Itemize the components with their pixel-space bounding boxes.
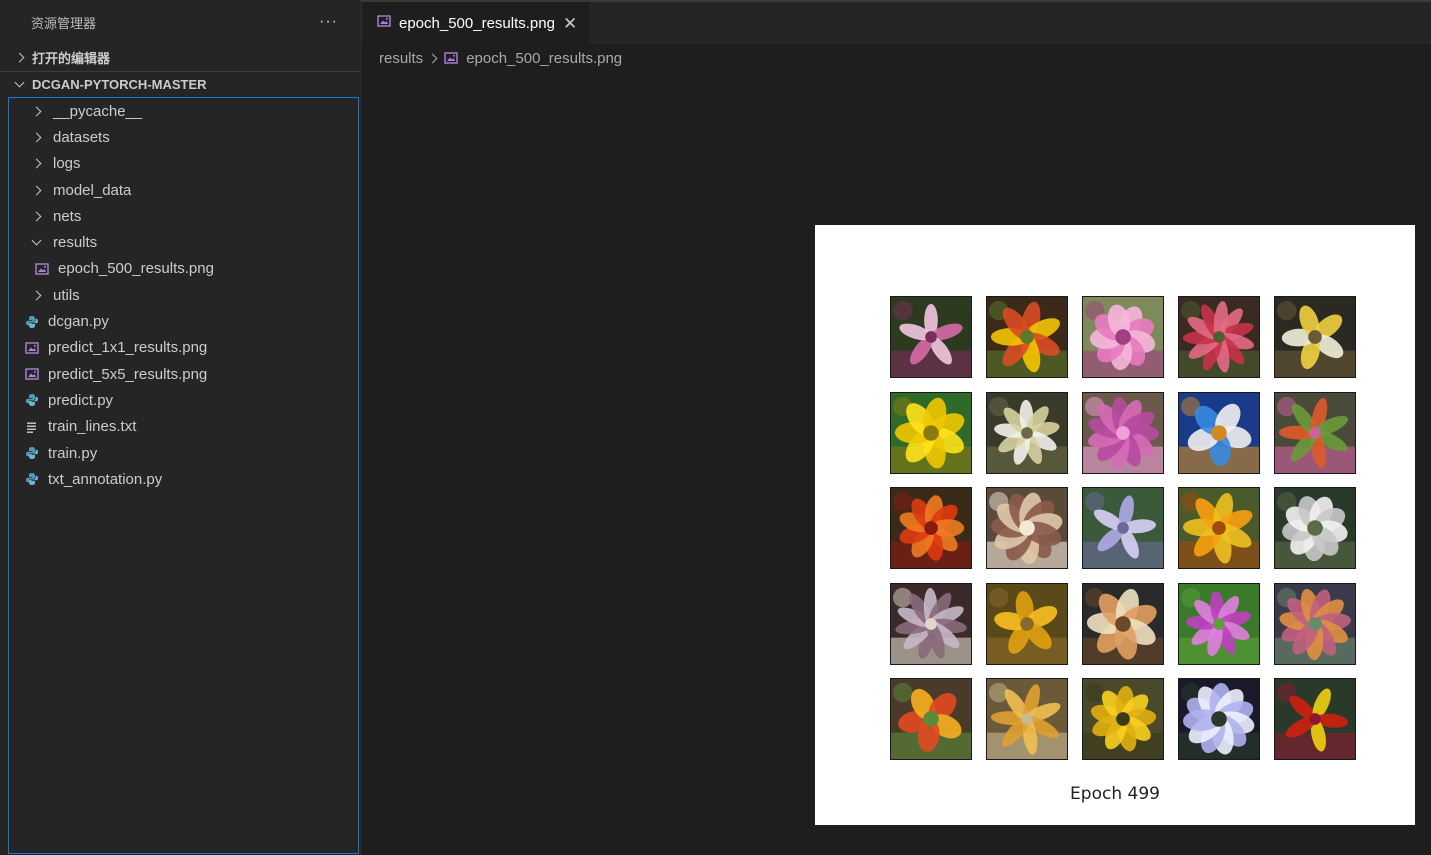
chevron-right-icon [29, 132, 43, 143]
breadcrumb-folder[interactable]: results [379, 50, 423, 67]
flower-sample [1082, 487, 1164, 569]
flower-sample [1274, 678, 1356, 760]
file-epoch-500-results-png[interactable]: epoch_500_results.png [9, 256, 358, 282]
flower-sample [1178, 391, 1260, 474]
tree-item-label: logs [53, 155, 81, 173]
flower-sample [890, 296, 972, 378]
flower-sample [890, 487, 972, 569]
tree-item-label: dcgan.py [48, 313, 109, 331]
tab-bar: epoch_500_results.png ✕ [361, 0, 1431, 44]
tab-label: epoch_500_results.png [399, 14, 555, 32]
ellipsis-icon[interactable]: ··· [319, 13, 338, 31]
chevron-right-icon [29, 158, 43, 169]
explorer-header: 资源管理器 ··· [0, 0, 360, 44]
close-icon[interactable]: ✕ [563, 15, 577, 32]
flower-sample [1274, 487, 1356, 569]
flower-sample [890, 678, 972, 760]
file-train-lines-txt[interactable]: train_lines.txt [9, 414, 358, 440]
image-file-icon [444, 51, 458, 65]
folder-pycache[interactable]: __pycache__ [9, 98, 358, 124]
tab-epoch-500-results[interactable]: epoch_500_results.png ✕ [363, 2, 589, 44]
tree-item-label: results [53, 234, 98, 252]
breadcrumb: results epoch_500_results.png [379, 46, 622, 70]
tree-item-label: __pycache__ [53, 102, 143, 120]
open-editors-label: 打开的编辑器 [32, 50, 111, 66]
flower-sample [1082, 678, 1164, 760]
flower-sample-grid [890, 296, 1356, 760]
flower-sample [1274, 582, 1356, 665]
tree-item-label: datasets [53, 128, 110, 146]
file-tree: __pycache__ datasets logs model_datanets res… [8, 97, 359, 854]
folder-datasets[interactable]: datasets [9, 124, 358, 150]
chevron-right-icon [29, 211, 43, 222]
tree-item-label: epoch_500_results.png [58, 260, 214, 278]
flower-sample [1082, 582, 1164, 665]
chevron-right-icon [29, 290, 43, 301]
python-file-icon [25, 472, 39, 486]
folder-utils[interactable]: utils [9, 282, 358, 308]
flower-sample [986, 296, 1068, 378]
explorer-title: 资源管理器 [31, 15, 97, 31]
image-file-icon [25, 367, 39, 381]
python-file-icon [25, 446, 39, 460]
open-editors-section[interactable]: 打开的编辑器 [0, 44, 360, 70]
file-predict-py[interactable]: predict.py [9, 387, 358, 413]
flower-sample [986, 678, 1068, 760]
folder-logs[interactable]: logs [9, 151, 358, 177]
chevron-right-icon [29, 185, 43, 195]
flower-sample [1274, 391, 1356, 474]
file-train-py[interactable]: train.py [9, 440, 358, 466]
image-file-icon [377, 14, 391, 32]
flower-sample [986, 487, 1068, 569]
flower-sample [1082, 296, 1164, 378]
tree-item-label: utils [53, 286, 80, 304]
tree-item-label: predict.py [48, 391, 114, 409]
folder-nets[interactable]: nets [9, 203, 358, 229]
tree-item-label: predict_5x5_results.png [48, 365, 208, 383]
flower-sample [890, 391, 972, 474]
flower-sample [890, 582, 972, 665]
tree-item-label: nets [53, 207, 82, 225]
file-dcgan-py[interactable]: dcgan.py [9, 308, 358, 334]
tree-item-label: train_lines.txt [48, 418, 137, 436]
file-txt-annotation-py[interactable]: txt_annotation.py [9, 466, 358, 492]
figure-caption: Epoch 499 [1070, 784, 1160, 804]
chevron-right-icon [29, 106, 43, 117]
chevron-right-icon [427, 53, 438, 63]
python-file-icon [25, 393, 39, 407]
chevron-down-icon [29, 235, 43, 246]
flower-sample [1082, 391, 1164, 474]
chevron-down-icon [12, 77, 26, 88]
breadcrumb-file[interactable]: epoch_500_results.png [466, 50, 622, 67]
image-file-icon [35, 262, 49, 276]
flower-sample [986, 582, 1068, 665]
python-file-icon [25, 315, 39, 329]
flower-sample [1178, 487, 1260, 569]
file-predict-1x1-results-png[interactable]: predict_1x1_results.png [9, 335, 358, 361]
folder-results[interactable]: results [9, 229, 358, 255]
flower-sample [1274, 296, 1356, 378]
image-preview: Epoch 499 [815, 225, 1415, 825]
tree-item-label: model_data [53, 181, 132, 199]
project-label: DCGAN-PYTORCH-MASTER [32, 77, 207, 92]
flower-sample [986, 391, 1068, 474]
tree-item-label: train.py [48, 444, 98, 462]
tree-item-label: txt_annotation.py [48, 470, 163, 488]
chevron-right-icon [12, 52, 26, 62]
text-file-icon [25, 420, 39, 434]
flower-sample [1178, 582, 1260, 665]
project-section[interactable]: DCGAN-PYTORCH-MASTER [0, 71, 360, 97]
flower-sample [1178, 296, 1260, 378]
tree-item-label: predict_1x1_results.png [48, 339, 208, 357]
image-file-icon [25, 341, 39, 355]
folder-model-data[interactable]: model_data [9, 177, 358, 203]
flower-sample [1178, 678, 1260, 760]
file-predict-5x5-results-png[interactable]: predict_5x5_results.png [9, 361, 358, 387]
